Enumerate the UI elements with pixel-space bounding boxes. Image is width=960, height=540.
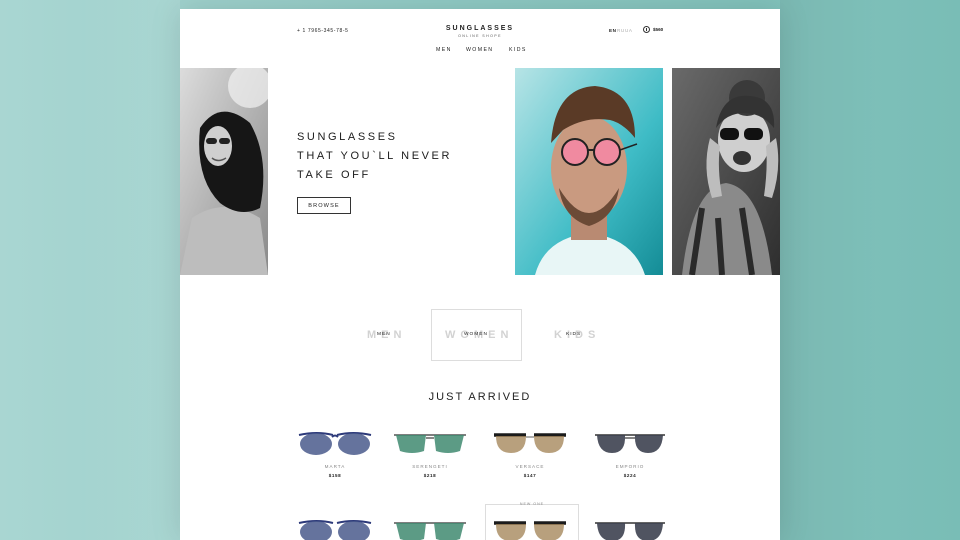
lang-ua[interactable]: UA [625,28,633,33]
product-price: $218 [423,473,437,478]
product-name: EMPORIO [615,464,645,469]
nav-women[interactable]: WOMEN [466,47,493,53]
nav-kids[interactable]: KIDS [509,47,527,53]
sunglasses-clubmaster-icon [494,433,566,453]
product-price: $147 [523,473,537,478]
sunglasses-pilot-icon [595,434,665,453]
cart-button[interactable]: $560 [643,26,663,33]
product-name: SERENGETI [412,464,448,469]
product-card[interactable] [585,517,675,540]
product-card[interactable] [290,517,380,540]
cart-total: $560 [653,27,664,32]
browse-button[interactable]: BROWSE [297,197,351,214]
sunglasses-clubmaster-icon [494,521,566,540]
logo-subtitle: ONLINE SHOPE [458,34,502,38]
hero-photo-woman-left [180,68,268,275]
product-card[interactable] [385,517,475,540]
just-arrived-title: JUST ARRIVED [428,391,532,403]
sunglasses-round-icon [298,520,372,540]
logo[interactable]: SUNGLASSES ONLINE SHOPE [430,25,530,38]
hero-photo-woman-right [672,68,780,275]
category-women[interactable]: WOMEN [464,332,488,337]
featured-product-label: NEW ONE [519,502,545,506]
logo-title: SUNGLASSES [445,25,515,32]
sunglasses-aviator-icon [394,434,466,453]
backdrop-shade-left [80,0,180,540]
hero-title-line-1: SUNGLASSES [297,131,398,143]
hero-title-line-2: THAT YOU`LL NEVER [297,150,453,162]
phone-number: + 1 7965-345-78-5 [297,28,349,34]
product-price: $224 [623,473,637,478]
product-card[interactable]: VERSACE $147 [485,429,575,478]
product-card[interactable] [485,517,575,540]
website-page: + 1 7965-345-78-5 SUNGLASSES ONLINE SHOP… [180,9,780,540]
lang-en[interactable]: EN [609,28,617,33]
product-price: $158 [328,473,342,478]
clock-icon [643,26,650,33]
lang-ru[interactable]: RU [617,28,625,33]
sunglasses-round-icon [298,432,372,455]
category-men[interactable]: MEN [377,332,391,337]
product-name: VERSACE [515,464,545,469]
product-card[interactable]: EMPORIO $224 [585,429,675,478]
category-kids[interactable]: KIDS [566,332,581,337]
nav-men[interactable]: MEN [436,47,452,53]
sunglasses-aviator-icon [394,522,466,540]
hero-title: SUNGLASSES THAT YOU`LL NEVER TAKE OFF [297,128,452,185]
hero-title-line-3: TAKE OFF [297,169,371,181]
product-card[interactable]: SERENGETI $218 [385,429,475,478]
product-card[interactable]: MARTA $158 [290,429,380,478]
hero-photo-man-center [515,68,663,275]
backdrop-shade-right [780,0,880,540]
sunglasses-pilot-icon [595,522,665,540]
product-name: MARTA [324,464,346,469]
